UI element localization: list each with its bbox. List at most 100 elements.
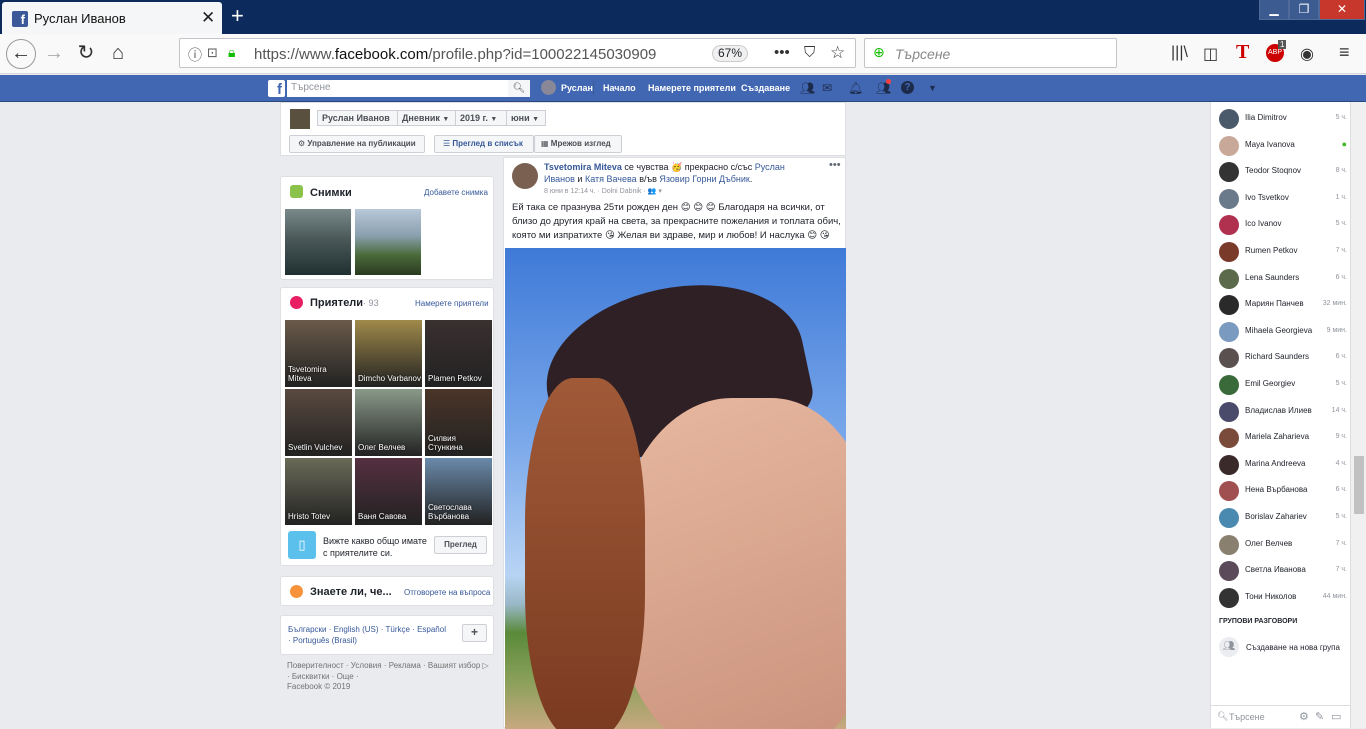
new-group-icon[interactable]: 👥︎ [1219,637,1239,657]
library-icon[interactable]: |||\ [1171,44,1188,62]
permissions-icon[interactable]: ⊡ [207,45,218,61]
chat-contact[interactable]: Richard Saunders 6 ч. [1219,345,1347,371]
friend-tile[interactable]: Олег Велчев [355,389,422,456]
search-engine-icon[interactable]: ⊕ [873,44,885,61]
chat-contact[interactable]: Borislav Zahariev 5 ч. [1219,505,1347,531]
tagged-friend-link[interactable]: Катя Вачева [585,174,637,184]
forward-icon[interactable]: → [40,40,68,68]
post-author-avatar[interactable] [512,163,538,189]
friend-tile[interactable]: Hristo Totev [285,458,352,525]
profile-thumb[interactable] [290,109,310,129]
manage-posts-button[interactable]: ⚙︎ Управление на публикации [289,135,425,153]
chat-search-bar[interactable]: 🔍︎ Търсене ⚙︎ ✎ ▭ [1211,705,1351,728]
post-options-icon[interactable]: ••• [829,159,841,171]
chat-contact[interactable]: Ilia Dimitrov 5 ч. [1219,106,1347,132]
chat-contact[interactable]: Emil Georgiev 5 ч. [1219,372,1347,398]
sidebar-icon[interactable]: ◫ [1203,44,1218,64]
lock-icon[interactable]: 🔒︎ [228,44,235,61]
chat-contact[interactable]: Marina Andreeva 4 ч. [1219,452,1347,478]
home-icon[interactable]: ⌂ [104,40,132,68]
friend-tile[interactable]: Ваня Савова [355,458,422,525]
year-select[interactable]: 2019 г. ▼ [455,110,507,126]
post-photo[interactable] [505,248,846,729]
minimize-window-icon[interactable]: ▁ [1259,0,1289,20]
friend-tile[interactable]: Светослава Върбанова [425,458,492,525]
friend-tile[interactable]: Dimcho Varbanov [355,320,422,387]
chat-contact[interactable]: Mariela Zaharieva 9 ч. [1219,425,1347,451]
answer-question-link[interactable]: Отговорете на въпроса [404,588,490,597]
back-icon[interactable]: ← [6,39,36,69]
browser-tab[interactable]: f Руслан Иванов ✕ [2,2,222,34]
maximize-window-icon[interactable]: ❐ [1289,0,1319,20]
help-icon[interactable]: ? [901,81,914,94]
friend-tile[interactable]: Plamen Petkov [425,320,492,387]
page-scrollbar[interactable] [1350,102,1366,728]
find-friends-link[interactable]: Намерете приятели [648,83,736,93]
profile-link[interactable]: Руслан [561,83,593,93]
create-link[interactable]: Създаване [741,83,790,93]
chat-contact[interactable]: Maya Ivanova ● [1219,133,1347,159]
friends-title-label: Приятели [310,297,364,309]
chat-contact[interactable]: Светла Иванова 7 ч. [1219,558,1347,584]
page-actions-icon[interactable]: ••• [774,44,790,61]
chat-contact[interactable]: Нена Върбанова 6 ч. [1219,478,1347,504]
facebook-search-input[interactable]: Търсене 🔍︎ [287,80,530,97]
friend-tile[interactable]: Tsvetomira Miteva [285,320,352,387]
chat-contact[interactable]: Мариян Панчев 32 мин. [1219,292,1347,318]
chat-contact[interactable]: Mihaela Georgieva 9 мин. [1219,319,1347,345]
messenger-icon[interactable]: ✉︎ [822,81,832,95]
home-link[interactable]: Начало [603,83,636,93]
avatar [1219,561,1239,582]
post-author-link[interactable]: Tsvetomira Miteva [544,162,622,172]
footer-links[interactable]: Поверителност · Условия · Реклама · Ваши… [287,660,492,682]
language-links[interactable]: Български · English (US) · Türkçe · Espa… [288,624,448,646]
add-photo-link[interactable]: Добавете снимка [424,188,488,197]
add-language-button[interactable]: + [462,624,487,642]
chat-contact[interactable]: Ico Ivanov 5 ч. [1219,212,1347,238]
extension-icon[interactable]: ◉ [1300,44,1314,64]
chat-contact[interactable]: Олег Велчев 7 ч. [1219,532,1347,558]
find-friends-link[interactable]: Намерете приятели [415,299,489,308]
scrollbar-thumb[interactable] [1354,456,1364,514]
new-group-link[interactable]: Създаване на нова група [1246,643,1340,652]
pocket-icon[interactable]: ⛉ [804,44,815,61]
photo-thumbnail[interactable] [285,209,351,275]
account-menu-icon[interactable]: ▼ [928,83,937,93]
address-bar[interactable]: ⓘ ⊡ 🔒︎ https://www.facebook.com/profile.… [179,38,856,68]
browser-search-box[interactable]: ⊕ Търсене [864,38,1117,68]
menu-icon[interactable]: ≡ [1339,42,1350,63]
chat-contact[interactable]: Rumen Petkov 7 ч. [1219,239,1347,265]
chat-contact[interactable]: Тони Николов 44 мин. [1219,585,1347,611]
chat-settings-icon[interactable]: ⚙︎ [1299,710,1309,723]
translator-icon[interactable]: T [1236,41,1249,64]
close-window-icon[interactable]: ✕ [1319,0,1365,20]
section-select[interactable]: Дневник ▼ [397,110,456,126]
info-icon[interactable]: ⓘ [188,45,202,65]
grid-view-button[interactable]: ▦ Мрежов изглед [534,135,622,153]
avatar[interactable] [541,80,556,95]
friend-tile[interactable]: Силвия Стункина [425,389,492,456]
chat-contact[interactable]: Teodor Stoqnov 8 ч. [1219,159,1347,185]
location-link[interactable]: Язовир Горни Дъбник [659,174,749,184]
month-label: юни [511,113,530,123]
facebook-logo-icon[interactable]: f [268,80,285,98]
list-view-button[interactable]: ☰ Преглед в списък [434,135,534,153]
compose-icon[interactable]: ✎ [1315,710,1324,723]
photo-thumbnail[interactable] [355,209,421,275]
search-icon[interactable]: 🔍︎ [508,80,530,97]
profile-name-select[interactable]: Руслан Иванов [317,110,398,126]
zoom-level[interactable]: 67% [712,45,748,62]
close-tab-icon[interactable]: ✕ [201,8,215,28]
chat-contact[interactable]: Ivo Tsvetkov 1 ч. [1219,186,1347,212]
friend-tile[interactable]: Svetlin Vulchev [285,389,352,456]
view-common-button[interactable]: Преглед [434,536,487,554]
notifications-icon[interactable]: 🔔︎ [848,81,863,95]
video-call-icon[interactable]: ▭ [1331,710,1341,723]
friend-requests-icon[interactable]: 👥︎ [800,81,815,95]
new-tab-icon[interactable]: + [231,3,244,29]
bookmark-star-icon[interactable]: ☆ [830,43,845,63]
month-select[interactable]: юни ▼ [506,110,546,126]
chat-contact[interactable]: Владислав Илиев 14 ч. [1219,399,1347,425]
reload-icon[interactable]: ↻ [72,40,100,68]
chat-contact[interactable]: Lena Saunders 6 ч. [1219,266,1347,292]
